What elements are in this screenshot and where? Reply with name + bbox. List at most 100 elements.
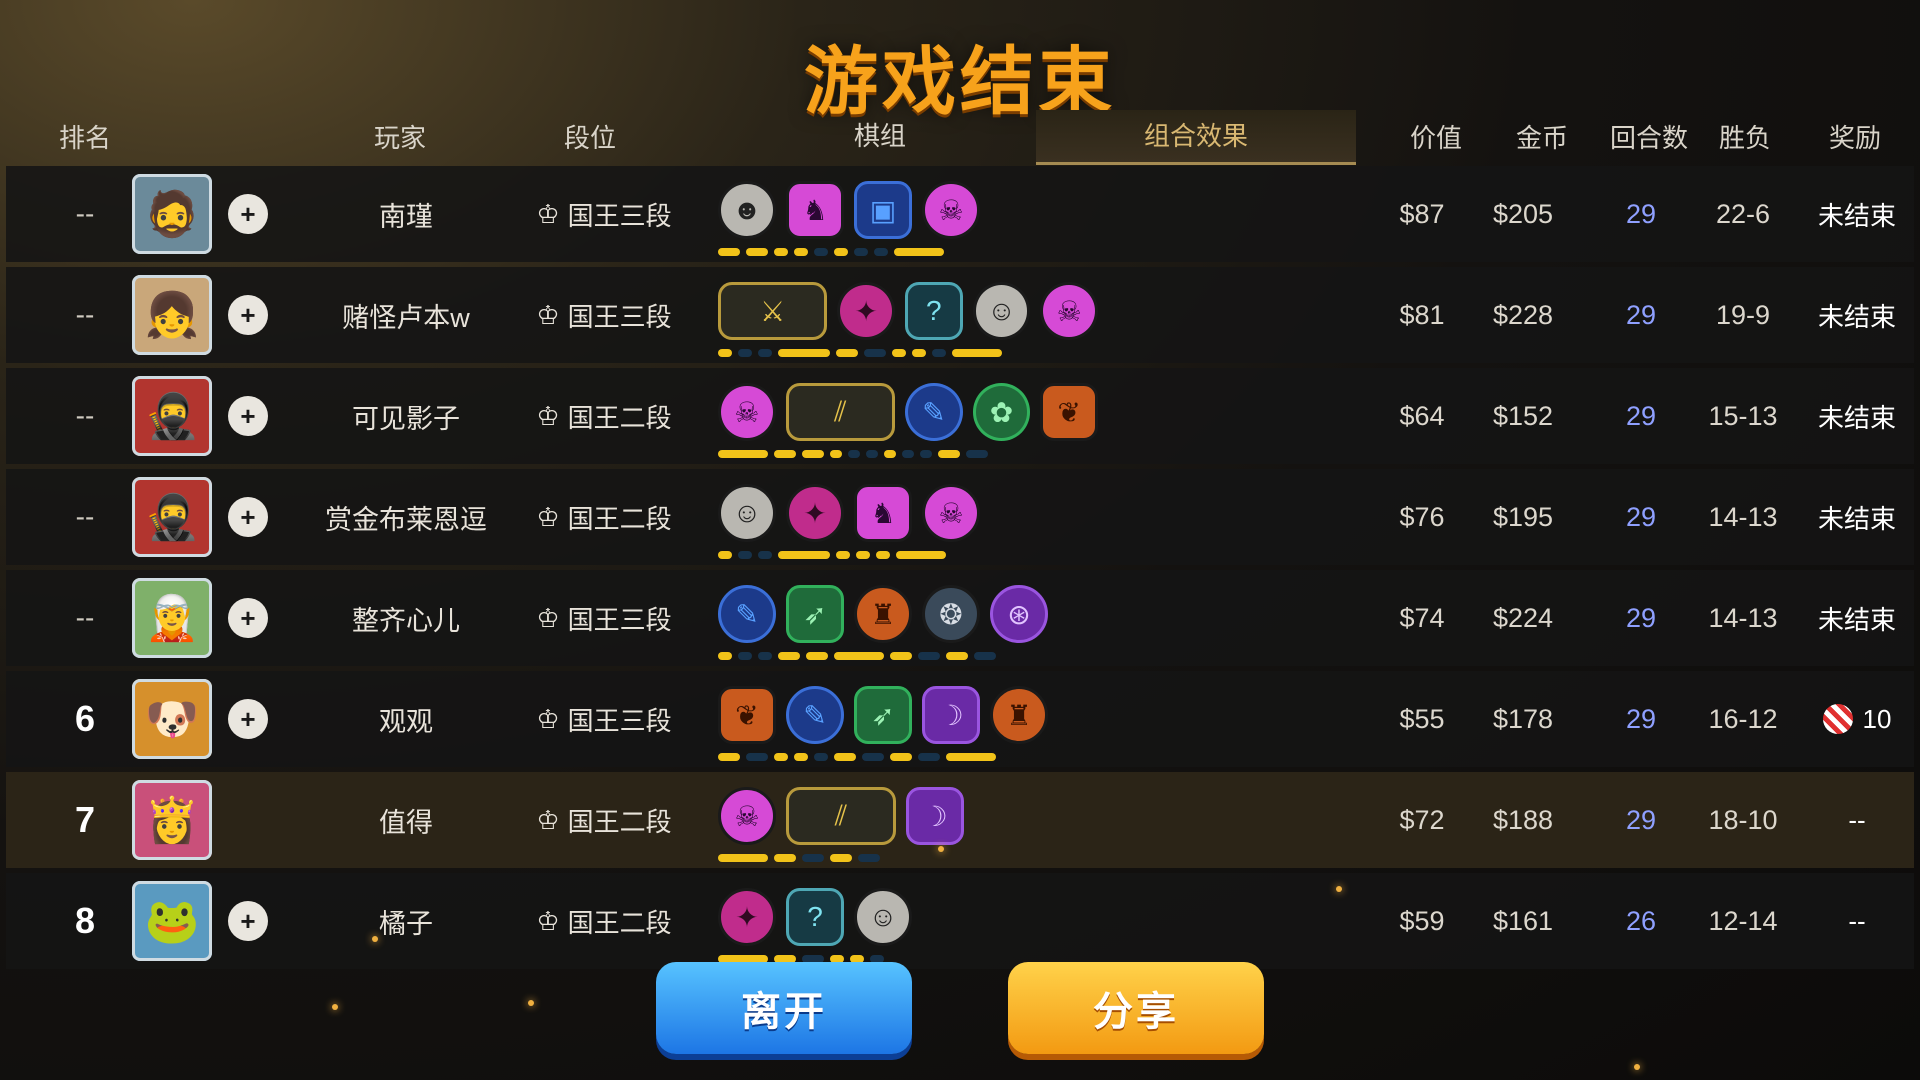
avatar[interactable]: 👸 <box>132 780 212 860</box>
header-rounds: 回合数 <box>1609 123 1688 153</box>
human-synergy-icon[interactable]: ☺ <box>972 282 1031 340</box>
feather-synergy-icon[interactable]: ✎ <box>786 686 844 744</box>
table-row[interactable]: -- 🧝 + 整齐心儿 ♔ 国王三段 ✎ ➶ ♜ ❂ ⊛ $74 $224 29 … <box>6 570 1914 666</box>
paw-synergy-icon[interactable]: ✿ <box>972 383 1031 441</box>
mage-synergy-icon[interactable]: ? <box>905 282 963 340</box>
hunter-synergy-icon[interactable]: ➶ <box>854 686 912 744</box>
add-friend-icon[interactable]: + <box>228 295 268 335</box>
feather-synergy-icon[interactable]: ✎ <box>718 585 776 643</box>
synergy-icons: ❦ ✎ ➶ ☽ ♜ <box>718 675 1098 755</box>
egg-synergy-icon[interactable]: ❂ <box>922 585 980 643</box>
table-row[interactable]: 8 🐸 + 橘子 ♔ 国王二段 ✦ ? ☺ $59 $161 26 12-14 -… <box>6 873 1914 969</box>
synergy-icons: ✎ ➶ ♜ ❂ ⊛ <box>718 574 1098 654</box>
level-pip <box>718 551 732 559</box>
dragon-synergy-icon[interactable]: ✦ <box>837 282 895 340</box>
hunter-synergy-icon[interactable]: ➶ <box>786 585 844 643</box>
tier-label: 国王三段 <box>567 301 672 332</box>
avatar[interactable]: 🥷 <box>132 477 212 557</box>
value: $81 <box>1399 299 1445 330</box>
level-pip <box>836 551 850 559</box>
mage-synergy-icon[interactable]: ? <box>786 888 844 946</box>
fish-synergy-icon[interactable]: ⊛ <box>990 585 1048 643</box>
level-pip <box>830 854 852 862</box>
tier-label: 国王二段 <box>567 806 672 837</box>
level-pip <box>890 652 912 660</box>
tab-board[interactable]: 棋组 <box>810 110 950 162</box>
reward: 未结束 <box>1817 503 1896 534</box>
demon-synergy-icon[interactable]: ☠ <box>922 484 980 542</box>
level-pip <box>884 450 896 458</box>
level-pip <box>778 551 830 559</box>
add-friend-icon[interactable]: + <box>228 497 268 537</box>
leaf-synergy-icon[interactable]: ❦ <box>718 686 776 744</box>
table-row[interactable]: 6 🐶 + 观观 ♔ 国王三段 ❦ ✎ ➶ ☽ ♜ $55 $178 29 16-… <box>6 671 1914 767</box>
add-friend-icon[interactable]: + <box>228 598 268 638</box>
dragon-synergy-icon[interactable]: ✦ <box>718 888 776 946</box>
win-loss: 18-10 <box>1708 804 1778 835</box>
demon-synergy-icon[interactable]: ☠ <box>1040 282 1099 340</box>
player-name: 观观 <box>379 706 433 737</box>
table-row[interactable]: -- 🥷 + 可见影子 ♔ 国王二段 ☠ ⫽ ✎ ✿ ❦ $64 $152 29 … <box>6 368 1914 464</box>
tab-synergy[interactable]: 组合效果 <box>1036 110 1356 165</box>
level-pip <box>856 551 870 559</box>
sparkle <box>332 1004 338 1010</box>
demon-synergy-icon[interactable]: ☠ <box>922 181 980 239</box>
share-button[interactable]: 分享 <box>1008 962 1264 1054</box>
beast-synergy-icon[interactable]: ☻ <box>718 181 776 239</box>
human-synergy-icon[interactable]: ☺ <box>854 888 912 946</box>
knight-synergy-icon[interactable]: ♞ <box>786 181 844 239</box>
knight-synergy-icon[interactable]: ♞ <box>854 484 912 542</box>
leave-button[interactable]: 离开 <box>656 962 912 1054</box>
assassin-synergy-icon[interactable]: ⫽ <box>785 383 895 441</box>
warrior-synergy-icon[interactable]: ⚔ <box>718 282 828 340</box>
mech-synergy-icon[interactable]: ▣ <box>854 181 912 239</box>
table-row[interactable]: -- 👧 + 赌怪卢本w ♔ 国王三段 ⚔ ✦ ? ☺ ☠ $81 $228 29… <box>6 267 1914 363</box>
level-pip <box>814 753 828 761</box>
spirit-synergy-icon[interactable]: ☽ <box>922 686 980 744</box>
rank: 7 <box>74 799 96 840</box>
tier-label: 国王二段 <box>567 503 672 534</box>
player-name: 可见影子 <box>352 403 460 434</box>
add-friend-icon[interactable]: + <box>228 194 268 234</box>
level-pip <box>866 450 878 458</box>
leaf-synergy-icon[interactable]: ❦ <box>1040 383 1099 441</box>
human-synergy-icon[interactable]: ☺ <box>718 484 776 542</box>
avatar[interactable]: 🧝 <box>132 578 212 658</box>
table-row-self[interactable]: 7 👸 值得 ♔ 国王二段 ☠ ⫽ ☽ $72 $188 29 18-10 -- <box>6 772 1914 868</box>
gold: $224 <box>1492 602 1554 633</box>
level-pip <box>718 450 768 458</box>
king-piece-icon: ♔ <box>536 703 560 734</box>
header-tier: 段位 <box>563 123 616 153</box>
avatar[interactable]: 🧔 <box>132 174 212 254</box>
reward: 10 <box>1800 671 1914 767</box>
feather-synergy-icon[interactable]: ✎ <box>905 383 963 441</box>
demon-synergy-icon[interactable]: ☠ <box>718 787 776 845</box>
demon-synergy-icon[interactable]: ☠ <box>718 383 776 441</box>
spirit-synergy-icon[interactable]: ☽ <box>906 787 964 845</box>
rounds: 29 <box>1625 501 1657 532</box>
add-friend-icon[interactable]: + <box>228 396 268 436</box>
viking-synergy-icon[interactable]: ♜ <box>990 686 1048 744</box>
viking-synergy-icon[interactable]: ♜ <box>854 585 912 643</box>
avatar[interactable]: 🐶 <box>132 679 212 759</box>
win-loss: 22-6 <box>1715 198 1771 229</box>
level-pip <box>902 450 914 458</box>
avatar[interactable]: 👧 <box>132 275 212 355</box>
add-friend-icon[interactable]: + <box>228 901 268 941</box>
reward: 未结束 <box>1817 301 1896 332</box>
add-friend-icon[interactable]: + <box>228 699 268 739</box>
avatar[interactable]: 🐸 <box>132 881 212 961</box>
player-name: 赏金布莱恩逗 <box>325 504 487 535</box>
level-pip <box>892 349 906 357</box>
rounds: 29 <box>1625 703 1657 734</box>
level-pip <box>946 753 996 761</box>
avatar[interactable]: 🥷 <box>132 376 212 456</box>
assassin-synergy-icon[interactable]: ⫽ <box>786 787 896 845</box>
level-pip <box>918 652 940 660</box>
table-row[interactable]: -- 🧔 + 南瑾 ♔ 国王三段 ☻ ♞ ▣ ☠ $87 $205 29 22-6… <box>6 166 1914 262</box>
table-row[interactable]: -- 🥷 + 赏金布莱恩逗 ♔ 国王二段 ☺ ✦ ♞ ☠ $76 $195 29 … <box>6 469 1914 565</box>
level-pip <box>836 349 858 357</box>
dragon-synergy-icon[interactable]: ✦ <box>786 484 844 542</box>
synergy-icons: ☠ ⫽ ✎ ✿ ❦ <box>718 372 1099 452</box>
level-pip <box>876 551 890 559</box>
